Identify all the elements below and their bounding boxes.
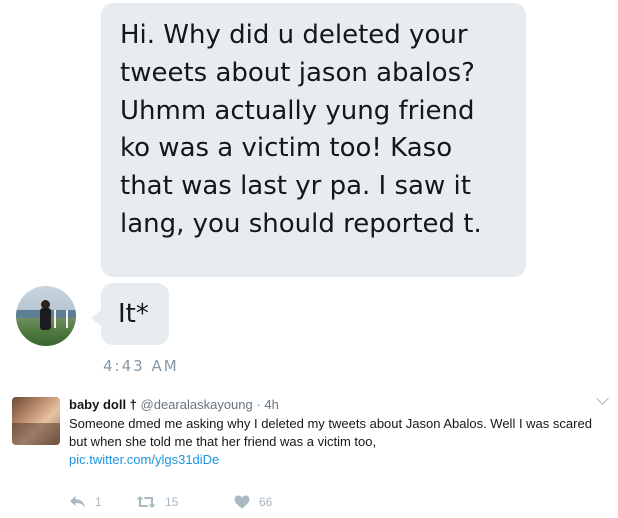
header-separator: ·	[256, 397, 261, 412]
dm-message-line: Hi. Why did u deleted your	[120, 20, 468, 50]
author-handle[interactable]: @dearalaskayoung	[141, 397, 253, 412]
dm-message-line: ko was a victim too! Kaso	[120, 133, 453, 164]
avatar-figure	[40, 308, 51, 330]
retweet-button[interactable]: 15	[136, 492, 178, 512]
avatar-background	[54, 310, 68, 328]
dm-message-line: tweets about jason abalos?	[120, 57, 475, 88]
reply-button[interactable]: 1	[69, 492, 102, 512]
tweet-media-link[interactable]: pic.twitter.com/ylgs31diDe	[69, 451, 609, 469]
like-button[interactable]: 66	[234, 492, 272, 512]
author-display-name[interactable]: baby doll †	[69, 397, 137, 412]
tweet-timestamp[interactable]: 4h	[264, 397, 278, 412]
dm-message-line: that was last yr pa. I saw it	[120, 171, 471, 202]
dm-short-message-bubble: It*	[101, 283, 169, 345]
dm-message-line: lang, you should reported t.	[120, 208, 482, 239]
reply-icon	[70, 496, 85, 508]
bubble-tail	[91, 310, 101, 326]
dm-sender-avatar[interactable]	[16, 286, 76, 346]
reply-count: 1	[95, 495, 102, 509]
like-count: 66	[259, 495, 273, 509]
tweet-body: Someone dmed me asking why I deleted my …	[69, 415, 609, 469]
tweet-text: Someone dmed me asking why I deleted my …	[69, 416, 592, 449]
tweet-author-avatar[interactable]	[12, 397, 60, 445]
dm-message-bubble: Hi. Why did u deleted your tweets about …	[101, 3, 526, 277]
tweet-card[interactable]: baby doll † @dearalaskayoung · 4h Someon…	[0, 372, 618, 518]
retweet-icon	[136, 496, 156, 508]
retweet-count: 15	[165, 495, 179, 509]
chevron-down-icon[interactable]	[596, 392, 609, 405]
heart-icon	[234, 495, 250, 509]
dm-short-message: It*	[118, 299, 149, 329]
avatar-background	[12, 423, 60, 445]
tweet-header: baby doll † @dearalaskayoung · 4h	[69, 397, 279, 413]
dm-conversation: Hi. Why did u deleted your tweets about …	[0, 0, 618, 372]
dm-message-line: Uhmm actually yung friend	[120, 95, 475, 126]
dm-timestamp: 4:43 AM	[103, 357, 179, 372]
